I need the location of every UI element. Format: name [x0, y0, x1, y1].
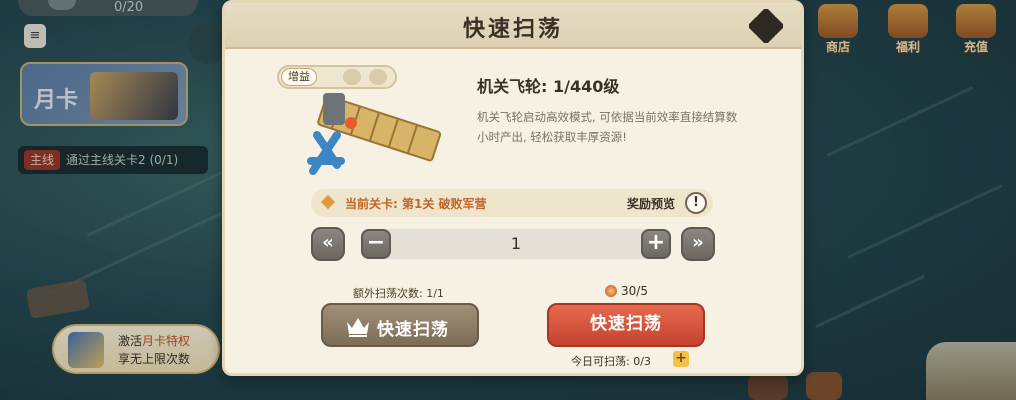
- fast-decrease-button[interactable]: «: [311, 227, 345, 261]
- info-icon[interactable]: !: [685, 192, 707, 214]
- fast-increase-button[interactable]: »: [681, 227, 715, 261]
- close-button[interactable]: [747, 7, 785, 45]
- current-stage-bar: 当前关卡: 第1关 破败军营 奖励预览 !: [311, 189, 713, 217]
- quick-sweep-dialog: 快速扫荡 增益 机关飞轮: 1/440级 机关飞轮启动高效模式, 可依据当前效率…: [222, 0, 804, 376]
- vip-quick-sweep-label: 快速扫荡: [377, 320, 449, 340]
- diamond-icon: [320, 194, 336, 210]
- decrease-button[interactable]: −: [361, 229, 391, 259]
- crown-icon: [347, 318, 369, 337]
- vip-quick-sweep-button[interactable]: 快速扫荡: [321, 303, 479, 347]
- item-preview: 增益: [277, 65, 449, 185]
- today-remaining-sweeps: 今日可扫荡: 0/3: [571, 355, 651, 368]
- increase-button[interactable]: +: [641, 229, 671, 259]
- item-name-level: 机关飞轮: 1/440级: [477, 77, 620, 96]
- add-sweeps-button[interactable]: +: [673, 351, 689, 367]
- sweep-count-value: 1: [510, 234, 522, 253]
- reward-preview-link[interactable]: 奖励预览: [627, 195, 675, 212]
- quick-sweep-button[interactable]: 快速扫荡: [547, 303, 705, 347]
- item-description: 机关飞轮启动高效模式, 可依据当前效率直接结算数小时产出, 轻松获取丰厚资源!: [477, 110, 738, 144]
- mechanical-flywheel-icon: [307, 93, 442, 175]
- extra-sweep-count: 额外扫荡次数: 1/1: [353, 287, 444, 300]
- current-stage-text: 当前关卡: 第1关 破败军营: [345, 197, 487, 211]
- close-icon: [747, 7, 785, 45]
- stamina-icon: [605, 285, 617, 297]
- sweep-count-track[interactable]: 1: [361, 229, 671, 259]
- dialog-title: 快速扫荡: [462, 17, 563, 42]
- dialog-header: 快速扫荡: [225, 3, 801, 49]
- sweep-count-stepper: « 1 − + »: [311, 227, 715, 261]
- sweep-cost: 30/5: [605, 284, 648, 298]
- sweep-cost-value: 30/5: [621, 284, 648, 298]
